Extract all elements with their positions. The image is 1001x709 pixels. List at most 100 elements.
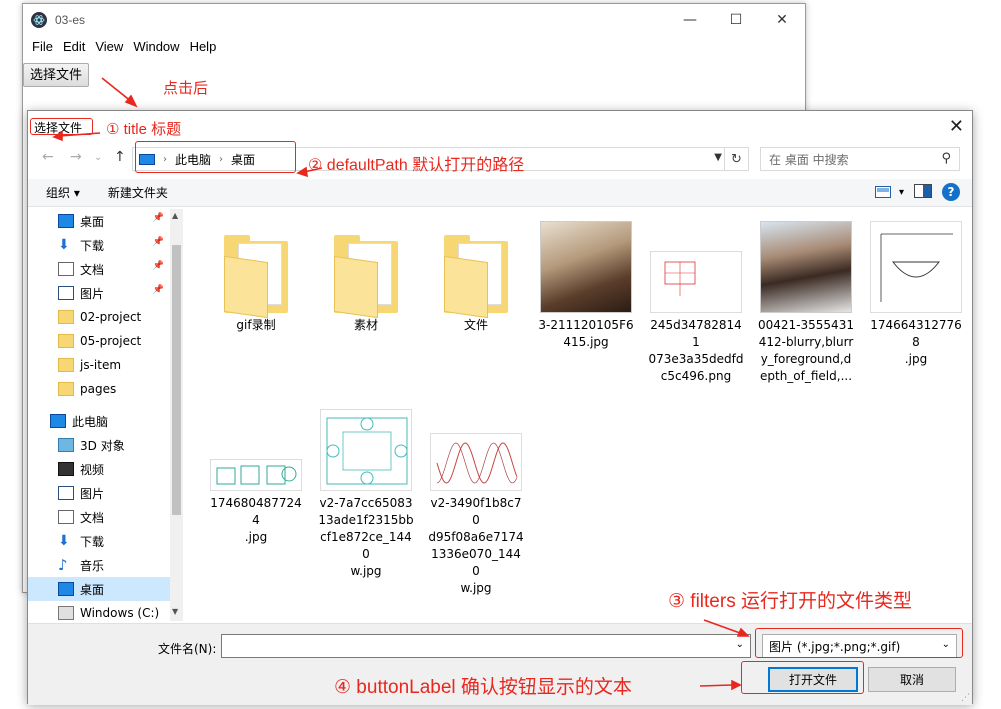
sidebar-item-7[interactable]: pages — [28, 377, 170, 401]
maximize-button[interactable]: ☐ — [713, 4, 759, 36]
sidebar-item-label: Windows (C:) — [80, 606, 160, 620]
minimize-button[interactable]: — — [667, 4, 713, 36]
file-item[interactable]: 245d347828141 073e3a35dedfd c5c496.png — [648, 219, 744, 385]
sidebar-item-label: 桌面 — [80, 214, 105, 229]
menu-edit[interactable]: Edit — [58, 39, 90, 54]
view-options-icon[interactable]: ▾ — [874, 186, 904, 198]
sidebar-item-0[interactable]: 桌面 📌 — [28, 209, 170, 233]
recent-locations-icon[interactable]: ⌄ — [94, 152, 102, 163]
sidebar-item-13[interactable]: ⬇ 下载 — [28, 529, 170, 553]
dialog-close-icon[interactable]: ✕ — [949, 116, 964, 137]
annotation-after-click: 点击后 — [163, 80, 209, 97]
back-arrow-icon[interactable]: ← — [42, 149, 54, 165]
menu-view[interactable]: View — [90, 39, 128, 54]
menu-file[interactable]: File — [27, 39, 58, 54]
up-arrow-icon[interactable]: ↑ — [114, 149, 126, 165]
sidebar-item-8[interactable]: 此电脑 — [28, 409, 170, 433]
filename-dropdown-icon[interactable]: ⌄ — [736, 639, 744, 650]
menu-window[interactable]: Window — [128, 39, 184, 54]
document-icon — [58, 262, 74, 276]
sidebar-scrollbar[interactable]: ▲ ▼ — [170, 209, 183, 621]
sidebar-item-label: 文档 — [80, 510, 105, 525]
file-name: epth_of_field,... — [759, 369, 853, 383]
file-item[interactable]: 1746643127768 .jpg — [868, 219, 964, 368]
electron-icon — [31, 12, 47, 28]
button-label-highlight-box — [741, 661, 864, 694]
sidebar-item-14[interactable]: ♪ 音乐 — [28, 553, 170, 577]
folder-icon — [208, 219, 304, 319]
annotation-button-label: ④ buttonLabel 确认按钮显示的文本 — [334, 677, 632, 698]
sidebar-item-11[interactable]: 图片 — [28, 481, 170, 505]
sidebar-item-6[interactable]: js-item — [28, 353, 170, 377]
file-thumbnail — [758, 219, 854, 313]
help-icon[interactable]: ? — [942, 183, 960, 201]
sidebar-item-label: pages — [80, 382, 117, 396]
pin-icon: 📌 — [152, 237, 164, 247]
desktop-icon — [58, 582, 74, 596]
file-item[interactable]: v2-7a7cc65083 13ade1f2315bb cf1e872ce_1440… — [318, 397, 414, 580]
file-thumbnail — [208, 397, 304, 491]
sidebar-item-label: 图片 — [80, 286, 105, 301]
file-item[interactable]: 素材 — [318, 219, 414, 334]
cancel-button[interactable]: 取消 — [868, 667, 956, 692]
file-item[interactable]: 3-211120105F6 415.jpg — [538, 219, 634, 351]
sidebar-item-label: 05-project — [80, 334, 142, 348]
file-item[interactable]: 文件 — [428, 219, 524, 334]
sidebar-item-label: 图片 — [80, 486, 105, 501]
filename-input[interactable]: ⌄ — [221, 634, 751, 658]
file-name: 245d347828141 — [650, 318, 742, 349]
file-name: 1746643127768 — [870, 318, 962, 349]
sidebar-item-5[interactable]: 05-project — [28, 329, 170, 353]
resize-grip-icon[interactable]: ⋰ — [961, 693, 970, 703]
scroll-down-icon[interactable]: ▼ — [172, 607, 178, 616]
file-thumbnail — [538, 219, 634, 313]
file-name: gif录制 — [236, 318, 276, 332]
sidebar-item-10[interactable]: 视频 — [28, 457, 170, 481]
menu-help[interactable]: Help — [185, 39, 222, 54]
close-button[interactable]: ✕ — [759, 4, 805, 36]
refresh-icon[interactable]: ↻ — [724, 148, 748, 170]
file-item[interactable]: 00421-3555431 412-blurry,blurr y_foregroun… — [758, 219, 854, 385]
folder-icon — [58, 310, 74, 324]
file-name: 00421-3555431 — [758, 318, 854, 332]
download-icon: ⬇ — [58, 237, 70, 253]
sidebar-item-label: js-item — [80, 358, 122, 372]
file-name: 1336e070_1440 — [431, 547, 521, 578]
organize-menu[interactable]: 组织 ▾ — [46, 184, 80, 201]
preview-pane-icon[interactable] — [914, 183, 932, 201]
file-item[interactable]: v2-3490f1b8c70 d95f08a6e7174 1336e070_1440… — [428, 397, 524, 597]
open-file-dialog: 选择文件 ✕ ← → ⌄ ↑ › 此电脑 › 桌面 ▼ ↻ 在 桌面 中搜索 ⚲… — [27, 110, 973, 705]
file-item[interactable]: 1746804877244 .jpg — [208, 397, 304, 546]
file-name: 13ade1f2315bb — [318, 513, 414, 527]
select-file-button[interactable]: 选择文件 — [23, 63, 90, 87]
file-name: 素材 — [353, 318, 378, 332]
menu-bar: File Edit View Window Help — [23, 36, 805, 56]
forward-arrow-icon[interactable]: → — [70, 149, 82, 165]
sidebar-item-1[interactable]: ⬇ 下载 📌 — [28, 233, 170, 257]
computer-icon — [50, 414, 66, 428]
sidebar-item-3[interactable]: 图片 📌 — [28, 281, 170, 305]
sidebar-item-15[interactable]: 桌面 — [28, 577, 170, 601]
search-input[interactable]: 在 桌面 中搜索 ⚲ — [760, 147, 960, 171]
drive-icon — [58, 606, 74, 620]
sidebar-item-12[interactable]: 文档 — [28, 505, 170, 529]
sidebar-item-9[interactable]: 3D 对象 — [28, 433, 170, 457]
file-name: w.jpg — [460, 581, 492, 595]
sidebar-item-label: 桌面 — [80, 582, 105, 597]
title-highlight-box — [30, 118, 93, 135]
pin-icon: 📌 — [152, 213, 164, 223]
scroll-up-icon[interactable]: ▲ — [172, 211, 178, 220]
file-item[interactable]: gif录制 — [208, 219, 304, 334]
address-dropdown-icon[interactable]: ▼ — [714, 152, 722, 163]
filters-highlight-box — [755, 628, 963, 658]
sidebar-item-2[interactable]: 文档 📌 — [28, 257, 170, 281]
new-folder-button[interactable]: 新建文件夹 — [108, 184, 168, 201]
sidebar-scroll-thumb[interactable] — [172, 245, 181, 515]
file-name: w.jpg — [350, 564, 382, 578]
download-icon: ⬇ — [58, 533, 70, 549]
picture-icon — [58, 486, 74, 500]
annotation-default-path: ② defaultPath 默认打开的路径 — [308, 157, 525, 174]
sidebar-item-16[interactable]: Windows (C:) — [28, 601, 170, 621]
sidebar-item-4[interactable]: 02-project — [28, 305, 170, 329]
folder-icon — [318, 219, 414, 319]
